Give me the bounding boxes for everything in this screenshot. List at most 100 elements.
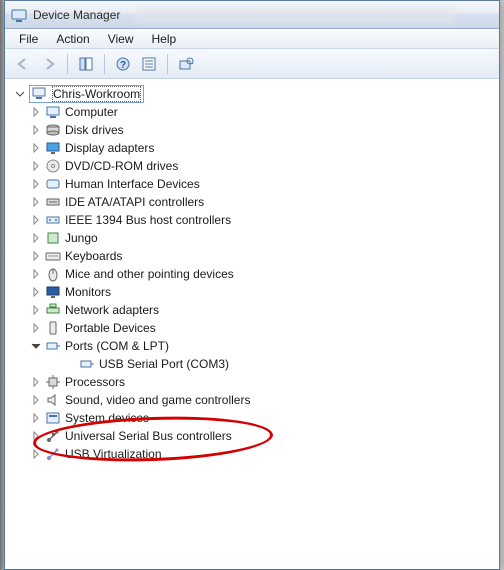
category-label: Network adapters [65,303,159,317]
port-icon [79,356,95,372]
category-label: Jungo [65,231,98,245]
jungo-icon [45,230,61,246]
menubar: File Action View Help [5,29,499,49]
cpu-icon [45,374,61,390]
properties-button[interactable] [137,52,161,76]
category-label: Mice and other pointing devices [65,267,234,281]
tree-pane[interactable]: Chris-Workroom Computer Disk drives Displa… [5,79,499,569]
tree-category[interactable]: Ports (COM & LPT) [31,337,495,355]
svg-text:?: ? [120,60,126,71]
show-hide-tree-button[interactable] [74,52,98,76]
spacer [65,359,75,369]
expand-icon[interactable] [31,197,41,207]
disk-icon [45,122,61,138]
category-label: IEEE 1394 Bus host controllers [65,213,231,227]
network-icon [45,302,61,318]
category-label: System devices [65,411,149,425]
tree-category[interactable]: Universal Serial Bus controllers [31,427,495,445]
tree-category[interactable]: IDE ATA/ATAPI controllers [31,193,495,211]
scan-hardware-button[interactable] [174,52,198,76]
window-title: Device Manager [33,8,120,22]
expand-icon[interactable] [31,125,41,135]
tree-category[interactable]: Disk drives [31,121,495,139]
collapse-icon[interactable] [15,89,25,99]
computer-icon [32,85,48,104]
category-label: IDE ATA/ATAPI controllers [65,195,204,209]
root-label: Chris-Workroom [52,86,141,102]
usb-icon [45,428,61,444]
port-icon [45,338,61,354]
tree-root[interactable]: Chris-Workroom [13,85,495,103]
tree-category[interactable]: Computer [31,103,495,121]
category-label: Keyboards [65,249,122,263]
expand-icon[interactable] [31,395,41,405]
expand-icon[interactable] [31,305,41,315]
monitor-icon [45,284,61,300]
tree-category[interactable]: Processors [31,373,495,391]
expand-icon[interactable] [31,377,41,387]
tree-category[interactable]: Monitors [31,283,495,301]
tree-category[interactable]: DVD/CD-ROM drives [31,157,495,175]
tree-device[interactable]: USB Serial Port (COM3) [31,355,495,373]
device-label: USB Serial Port (COM3) [99,357,229,371]
ieee-icon [45,212,61,228]
expand-icon[interactable] [31,233,41,243]
portable-icon [45,320,61,336]
ide-icon [45,194,61,210]
expand-icon[interactable] [31,251,41,261]
dvd-icon [45,158,61,174]
collapse-icon[interactable] [31,341,41,351]
tree-category[interactable]: Jungo [31,229,495,247]
expand-icon[interactable] [31,269,41,279]
category-label: USB Virtualization [65,447,162,461]
expand-icon[interactable] [31,323,41,333]
category-label: Monitors [65,285,111,299]
tree-category[interactable]: System devices [31,409,495,427]
system-icon [45,410,61,426]
app-icon [11,7,27,23]
expand-icon[interactable] [31,215,41,225]
hid-icon [45,176,61,192]
tree-category[interactable]: USB Virtualization [31,445,495,463]
category-label: Display adapters [65,141,154,155]
expand-icon[interactable] [31,107,41,117]
expand-icon[interactable] [31,143,41,153]
category-label: Sound, video and game controllers [65,393,250,407]
category-label: DVD/CD-ROM drives [65,159,178,173]
menu-file[interactable]: File [11,30,46,48]
tree-category[interactable]: Sound, video and game controllers [31,391,495,409]
category-label: Disk drives [65,123,124,137]
menu-action[interactable]: Action [48,30,97,48]
forward-button [37,52,61,76]
tree-category[interactable]: Display adapters [31,139,495,157]
category-label: Computer [65,105,118,119]
expand-icon[interactable] [31,161,41,171]
expand-icon[interactable] [31,449,41,459]
titlebar[interactable]: Device Manager [5,1,499,29]
toolbar: ? [5,49,499,79]
display-icon [45,140,61,156]
tree-category[interactable]: Portable Devices [31,319,495,337]
help-button[interactable]: ? [111,52,135,76]
device-tree: Chris-Workroom Computer Disk drives Displa… [5,79,499,469]
keyboard-icon [45,248,61,264]
tree-category[interactable]: Network adapters [31,301,495,319]
mouse-icon [45,266,61,282]
expand-icon[interactable] [31,431,41,441]
category-label: Ports (COM & LPT) [65,339,169,353]
tree-category[interactable]: Keyboards [31,247,495,265]
menu-help[interactable]: Help [144,30,185,48]
sound-icon [45,392,61,408]
usbv-icon [45,446,61,462]
category-label: Human Interface Devices [65,177,200,191]
expand-icon[interactable] [31,287,41,297]
tree-category[interactable]: Human Interface Devices [31,175,495,193]
tree-category[interactable]: Mice and other pointing devices [31,265,495,283]
expand-icon[interactable] [31,179,41,189]
toolbar-separator [104,54,105,74]
background-blur [135,5,455,23]
toolbar-separator [167,54,168,74]
menu-view[interactable]: View [100,30,142,48]
expand-icon[interactable] [31,413,41,423]
tree-category[interactable]: IEEE 1394 Bus host controllers [31,211,495,229]
